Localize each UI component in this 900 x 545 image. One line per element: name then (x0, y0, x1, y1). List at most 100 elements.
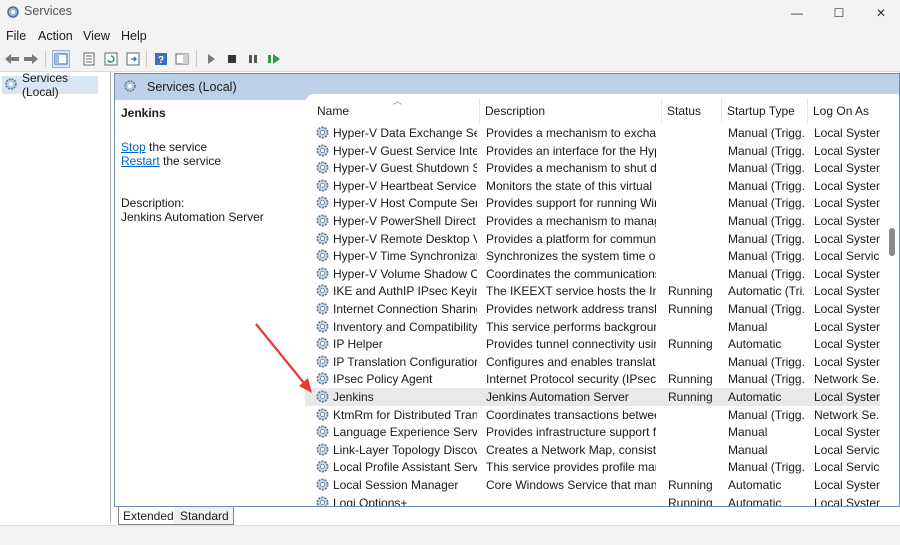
service-description: Core Windows Service that mana... (486, 478, 656, 492)
pane-header-title: Services (Local) (147, 80, 237, 94)
service-startup-type: Manual (728, 425, 768, 440)
service-row[interactable]: Hyper-V Remote Desktop Vi... Provides a p… (305, 230, 880, 248)
service-log-on-as: Local System (814, 390, 880, 404)
description-text: Jenkins Automation Server (121, 210, 264, 224)
service-gear-icon (315, 495, 330, 506)
stop-service-icon[interactable] (223, 50, 241, 68)
scrollbar-thumb[interactable] (889, 228, 895, 256)
service-row[interactable]: Hyper-V Time Synchronizati... Synchronize… (305, 247, 880, 265)
service-log-on-as: Local System (814, 214, 880, 228)
service-row[interactable]: Hyper-V Guest Service Interf... Provides … (305, 142, 880, 160)
start-service-icon[interactable] (202, 50, 220, 68)
service-log-on-as: Local System (814, 495, 880, 506)
minimize-button[interactable]: — (774, 0, 820, 26)
service-row[interactable]: Language Experience Service Provides infr… (305, 423, 880, 441)
service-startup-type: Automatic (Tri... (728, 284, 804, 299)
column-log-on-as[interactable]: Log On As (813, 104, 869, 118)
service-row[interactable]: Inventory and Compatibility... This servi… (305, 318, 880, 336)
service-gear-icon (315, 301, 330, 316)
service-description: Provides an interface for the Hype... (486, 143, 656, 158)
service-gear-icon (315, 477, 330, 492)
service-gear-icon (315, 213, 330, 228)
restart-service-link[interactable]: Restart (121, 154, 160, 168)
stop-line-text: the service (145, 140, 208, 154)
service-log-on-as: Local System (814, 178, 880, 193)
service-row[interactable]: Local Session Manager Core Windows Servic… (305, 476, 880, 494)
service-row[interactable]: Hyper-V Volume Shadow Co... Coordinates t… (305, 265, 880, 283)
maximize-button[interactable]: ☐ (816, 0, 862, 26)
service-gear-icon (315, 266, 330, 281)
service-startup-type: Automatic (728, 478, 782, 492)
service-row[interactable]: Hyper-V Host Compute Serv... Provides sup… (305, 194, 880, 212)
service-row[interactable]: Hyper-V Data Exchange Serv... Provides a … (305, 124, 880, 142)
column-divider[interactable] (479, 98, 480, 124)
service-row[interactable]: IKE and AuthIP IPsec Keying ... The IKEEX… (305, 282, 880, 300)
properties-icon[interactable] (80, 50, 98, 68)
service-startup-type: Manual (Trigg... (728, 196, 804, 211)
service-startup-type: Manual (Trigg... (728, 354, 804, 369)
tree-node-services-local[interactable]: Services (Local) (2, 71, 98, 99)
service-name: Inventory and Compatibility... (333, 319, 477, 334)
service-startup-type: Automatic (728, 390, 782, 404)
service-row[interactable]: Hyper-V PowerShell Direct S... Provides a… (305, 212, 880, 230)
export-list-icon[interactable] (124, 50, 142, 68)
vertical-scrollbar[interactable] (885, 124, 899, 504)
service-gear-icon (315, 125, 330, 140)
minimize-icon: — (791, 6, 803, 20)
menu-help[interactable]: Help (121, 29, 147, 43)
service-name: Local Session Manager (333, 478, 459, 492)
stop-service-link[interactable]: Stop (121, 140, 146, 154)
service-row[interactable]: Local Profile Assistant Service This serv… (305, 458, 880, 476)
column-divider[interactable] (721, 98, 722, 124)
help-icon[interactable]: ? (152, 50, 170, 68)
service-row[interactable]: Jenkins Jenkins Automation Server Running A… (305, 388, 880, 406)
forward-icon[interactable] (22, 50, 40, 68)
menu-action[interactable]: Action (38, 29, 73, 43)
refresh-icon[interactable] (102, 50, 120, 68)
service-row[interactable]: IP Helper Provides tunnel connectivity us… (305, 335, 880, 353)
pause-service-icon[interactable] (244, 50, 262, 68)
service-status: Running (668, 495, 713, 506)
service-row[interactable]: IPsec Policy Agent Internet Protocol secu… (305, 370, 880, 388)
service-gear-icon (315, 442, 330, 457)
column-divider[interactable] (661, 98, 662, 124)
service-gear-icon (315, 424, 330, 439)
column-description[interactable]: Description (485, 104, 545, 118)
service-gear-icon (315, 231, 330, 246)
service-status: Running (668, 337, 713, 352)
show-action-pane-icon[interactable] (173, 50, 191, 68)
restart-service-icon[interactable] (265, 50, 283, 68)
service-status: Running (668, 478, 713, 492)
close-button[interactable]: ✕ (858, 0, 900, 26)
restart-line: Restart the service (121, 154, 221, 168)
service-log-on-as: Network Se... (814, 372, 880, 387)
menu-bar: File Action View Help (0, 26, 900, 46)
services-gear-icon (4, 77, 18, 94)
service-row[interactable]: Logi Options+ Running Automatic Local Syste… (305, 494, 880, 506)
column-divider[interactable] (807, 98, 808, 124)
back-icon[interactable] (3, 50, 21, 68)
service-row[interactable]: Hyper-V Heartbeat Service Monitors the st… (305, 177, 880, 195)
tab-extended[interactable]: Extended (118, 507, 176, 525)
service-row[interactable]: IP Translation Configuration ... Configur… (305, 353, 880, 371)
extended-info-pane: Jenkins Stop the service Restart the ser… (115, 100, 305, 506)
toolbar-separator (146, 51, 147, 67)
menu-file[interactable]: File (6, 29, 26, 43)
service-row[interactable]: Link-Layer Topology Discove... Creates a … (305, 441, 880, 459)
column-status[interactable]: Status (667, 104, 701, 118)
service-row[interactable]: KtmRm for Distributed Trans... Coordinate… (305, 406, 880, 424)
service-name: Hyper-V Volume Shadow Co... (333, 266, 477, 281)
menu-view[interactable]: View (83, 29, 110, 43)
service-row[interactable]: Hyper-V Guest Shutdown Se... Provides a m… (305, 159, 880, 177)
stop-line: Stop the service (121, 140, 207, 154)
service-startup-type: Manual (Trigg... (728, 249, 804, 264)
service-row[interactable]: Internet Connection Sharing... Provides n… (305, 300, 880, 318)
annotation-arrow-icon (255, 323, 312, 393)
column-name[interactable]: Name (317, 104, 349, 118)
show-hide-console-tree-icon[interactable] (52, 50, 70, 68)
column-startup-type[interactable]: Startup Type (727, 104, 795, 118)
view-tabs: Extended Standard (114, 507, 900, 525)
service-gear-icon (315, 283, 330, 298)
tab-standard[interactable]: Standard (174, 507, 234, 525)
service-status: Running (668, 390, 713, 404)
